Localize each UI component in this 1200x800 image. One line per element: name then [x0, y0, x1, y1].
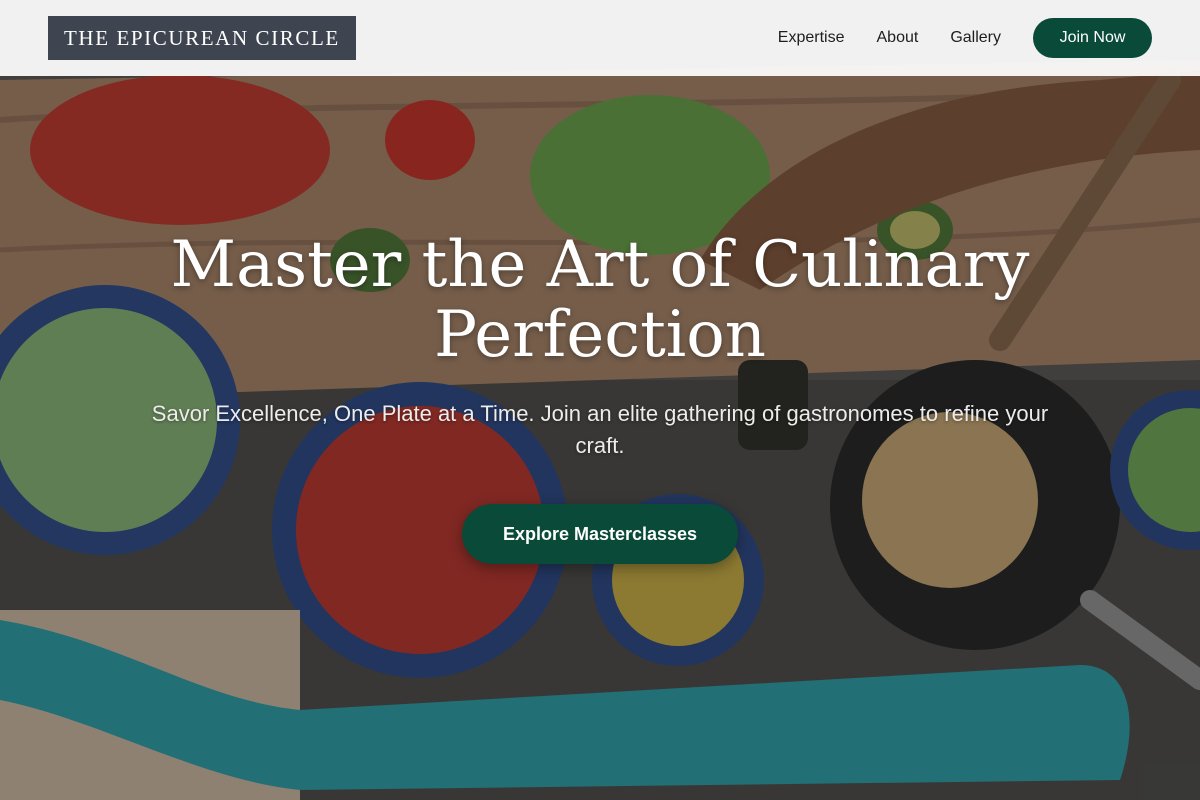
hero-subtitle: Savor Excellence, One Plate at a Time. J… [151, 401, 1049, 458]
hero-section: Master the Art of Culinary Perfection Sa… [0, 230, 1200, 564]
brand-name: THE EPICUREAN CIRCLE [64, 25, 340, 50]
hero-title: Master the Art of Culinary Perfection [170, 228, 1030, 372]
explore-masterclasses-button[interactable]: Explore Masterclasses [462, 504, 738, 564]
join-now-button[interactable]: Join Now [1033, 18, 1152, 58]
nav-link-expertise[interactable]: Expertise [778, 29, 845, 47]
nav-link-gallery[interactable]: Gallery [950, 29, 1001, 47]
site-header: THE EPICUREAN CIRCLE Expertise About Gal… [0, 0, 1200, 76]
main-nav: Expertise About Gallery [778, 29, 1001, 47]
nav-link-about[interactable]: About [877, 29, 919, 47]
brand-logo[interactable]: THE EPICUREAN CIRCLE [48, 16, 356, 60]
